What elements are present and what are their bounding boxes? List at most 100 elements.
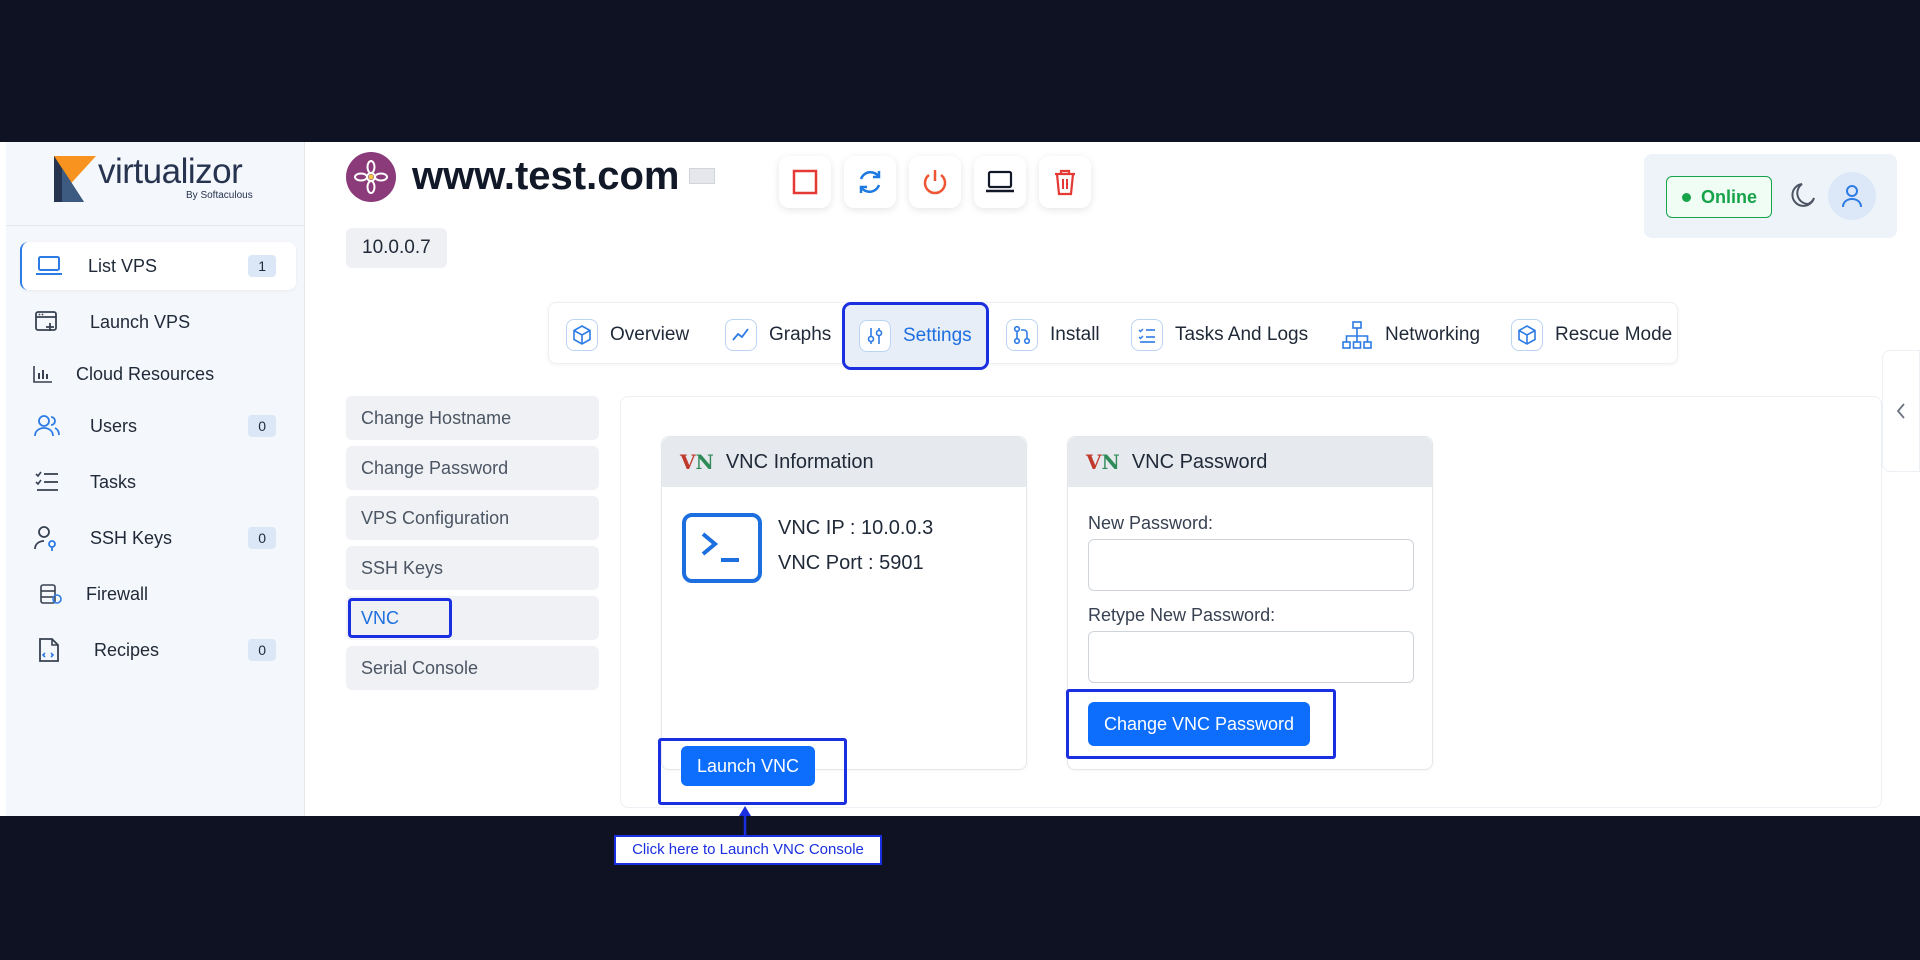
rescue-cube-icon <box>1511 319 1543 351</box>
restart-button[interactable] <box>844 156 896 208</box>
console-button[interactable] <box>974 156 1026 208</box>
vps-os-avatar <box>346 152 396 202</box>
vnc-logo-icon: VN <box>1086 450 1120 474</box>
sidebar-item-list-vps[interactable]: List VPS 1 <box>20 242 296 290</box>
cube-icon <box>566 319 598 351</box>
sidebar-item-label: SSH Keys <box>90 527 173 548</box>
power-button[interactable] <box>909 156 961 208</box>
stop-icon <box>792 169 818 195</box>
moon-icon[interactable] <box>1788 182 1816 210</box>
submenu-ssh-keys[interactable]: SSH Keys <box>346 546 599 590</box>
sidebar-item-cloud-resources[interactable]: Cloud Resources <box>20 354 296 394</box>
sidebar-item-recipes[interactable]: Recipes 0 <box>20 626 296 674</box>
vps-ip-chip: 10.0.0.7 <box>346 228 447 268</box>
laptop-icon <box>36 254 62 278</box>
submenu-serial-console[interactable]: Serial Console <box>346 646 599 690</box>
sidebar-item-label: Cloud Resources <box>76 363 215 384</box>
flag-icon <box>689 168 715 184</box>
tab-tasks-and-logs[interactable]: Tasks And Logs <box>1131 309 1308 361</box>
sidebar-nav: List VPS 1 Launch VPS Cloud Resources Us… <box>20 242 296 682</box>
count-badge: 0 <box>248 415 276 437</box>
tab-graphs[interactable]: Graphs <box>725 309 831 361</box>
sidebar-item-label: Firewall <box>86 583 149 604</box>
sidebar-item-tasks[interactable]: Tasks <box>20 458 296 506</box>
count-badge: 0 <box>248 639 276 661</box>
new-password-label: New Password: <box>1088 513 1214 533</box>
count-badge: 1 <box>248 255 276 277</box>
tab-networking[interactable]: Networking <box>1341 309 1480 361</box>
retype-password-label: Retype New Password: <box>1088 605 1276 625</box>
console-icon <box>986 170 1014 193</box>
tab-overview[interactable]: Overview <box>566 309 689 361</box>
sidebar-item-label: Users <box>90 415 138 436</box>
virtualizor-logo-icon <box>54 156 96 202</box>
sidebar-item-label: List VPS <box>88 255 158 276</box>
launch-window-icon <box>34 310 60 334</box>
card-title: VNC Password <box>1131 450 1268 473</box>
collapse-panel-button[interactable] <box>1882 350 1920 472</box>
tab-rescue-mode[interactable]: Rescue Mode <box>1511 309 1672 361</box>
flower-icon <box>354 160 388 194</box>
git-icon <box>1006 319 1038 351</box>
checklist-icon <box>1131 319 1163 351</box>
vnc-ip-text: VNC IP : 10.0.0.3 <box>778 517 934 539</box>
tab-label: Networking <box>1385 324 1481 345</box>
task-list-icon <box>34 470 60 494</box>
sidebar-item-label: Recipes <box>94 639 160 660</box>
status-panel: Online <box>1644 154 1897 238</box>
online-status-badge[interactable]: Online <box>1666 176 1773 218</box>
user-key-icon <box>34 526 60 551</box>
stop-button[interactable] <box>779 156 831 208</box>
delete-button[interactable] <box>1039 156 1091 208</box>
sliders-icon <box>859 320 891 352</box>
card-title: VNC Information <box>725 450 874 473</box>
tab-label: Tasks And Logs <box>1175 324 1309 345</box>
settings-submenu: Change Hostname Change Password VPS Conf… <box>346 396 599 696</box>
terminal-icon <box>682 513 762 583</box>
bar-chart-icon <box>30 362 56 386</box>
delete-icon <box>1055 169 1075 196</box>
sidebar-item-firewall[interactable]: Firewall <box>20 570 296 618</box>
launch-vnc-callout: Click here to Launch VNC Console <box>614 835 882 865</box>
tab-label: Graphs <box>769 324 832 345</box>
network-icon <box>1341 319 1373 351</box>
sidebar-item-users[interactable]: Users 0 <box>20 402 296 450</box>
submenu-vnc[interactable]: VNC <box>346 596 599 640</box>
recipe-file-icon <box>36 638 62 662</box>
launch-vnc-button[interactable]: Launch VNC <box>681 746 815 786</box>
tab-settings[interactable]: Settings <box>842 302 989 370</box>
sidebar-item-label: Launch VPS <box>90 311 191 332</box>
change-vnc-password-button[interactable]: Change VNC Password <box>1088 702 1310 746</box>
tab-label: Rescue Mode <box>1555 324 1673 345</box>
sidebar-item-ssh-keys[interactable]: SSH Keys 0 <box>20 514 296 562</box>
new-password-field[interactable] <box>1088 539 1414 591</box>
sidebar-item-launch-vps[interactable]: Launch VPS <box>20 298 296 346</box>
brand: virtualizor By Softaculous <box>6 142 305 226</box>
submenu-change-hostname[interactable]: Change Hostname <box>346 396 599 440</box>
submenu-change-password[interactable]: Change Password <box>346 446 599 490</box>
tab-label: Overview <box>610 324 690 345</box>
card-header: VN VNC Password <box>1068 437 1432 487</box>
vnc-port-text: VNC Port : 5901 <box>778 552 924 574</box>
tab-label: Install <box>1050 324 1100 345</box>
submenu-vps-configuration[interactable]: VPS Configuration <box>346 496 599 540</box>
brand-sub: By Softaculous <box>186 190 253 201</box>
tab-install[interactable]: Install <box>1006 309 1100 361</box>
restart-icon <box>859 170 881 194</box>
count-badge: 0 <box>248 527 276 549</box>
retype-password-field[interactable] <box>1088 631 1414 683</box>
user-icon <box>1842 185 1862 208</box>
arrow-up-icon <box>739 806 751 836</box>
vnc-logo-icon: VN <box>680 450 714 474</box>
vps-tabs: Overview Graphs Settings Install Tasks A… <box>548 302 1678 370</box>
power-icon <box>923 170 947 195</box>
user-menu-button[interactable] <box>1828 172 1876 220</box>
users-icon <box>34 414 60 438</box>
vps-hostname-title: www.test.com <box>412 154 680 198</box>
sidebar: virtualizor By Softaculous List VPS 1 La… <box>6 142 305 816</box>
sidebar-item-label: Tasks <box>90 471 137 492</box>
vnc-information-card: VN VNC Information VNC IP : 10.0.0.3 VNC… <box>661 436 1027 770</box>
card-header: VN VNC Information <box>662 437 1026 487</box>
app-window: virtualizor By Softaculous List VPS 1 La… <box>0 142 1920 865</box>
firewall-icon <box>38 582 64 606</box>
